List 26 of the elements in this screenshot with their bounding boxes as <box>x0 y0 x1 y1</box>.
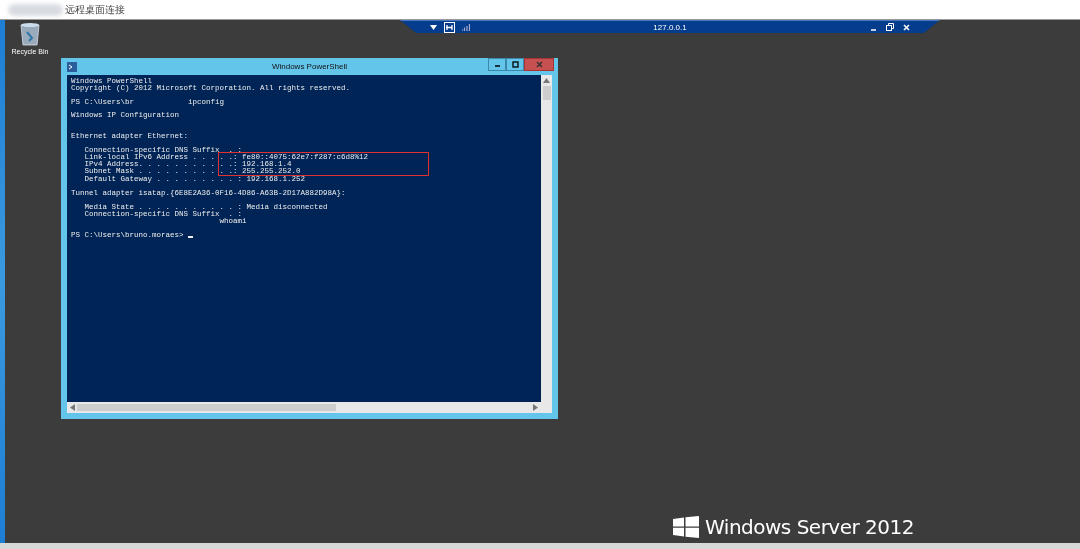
close-icon <box>535 61 543 68</box>
maximize-icon <box>511 61 519 68</box>
scroll-left-icon[interactable] <box>70 404 75 411</box>
windows-logo-icon <box>673 516 699 538</box>
terminal-icon <box>67 62 77 72</box>
maximize-button[interactable] <box>506 58 524 71</box>
scroll-up-icon[interactable] <box>543 78 550 83</box>
pin-icon[interactable] <box>444 21 455 33</box>
blurred-region <box>8 3 63 16</box>
connection-title: 127.0.0.1 <box>653 22 687 32</box>
restore-icon[interactable] <box>886 23 894 31</box>
signal-icon <box>462 23 470 31</box>
window-title: 远程桌面连接 <box>65 2 125 17</box>
branding-text: Windows Server 2012 <box>705 515 914 539</box>
window-title: Windows PowerShell <box>271 62 348 71</box>
close-button[interactable] <box>524 58 554 71</box>
scroll-right-icon[interactable] <box>533 404 538 411</box>
scrollbar[interactable] <box>67 402 552 413</box>
scroll-thumb[interactable] <box>77 404 336 411</box>
scrollbar[interactable] <box>541 75 552 402</box>
cursor <box>188 236 194 238</box>
minimize-button[interactable] <box>488 58 506 71</box>
scroll-thumb[interactable] <box>542 86 551 100</box>
close-icon[interactable] <box>903 23 910 31</box>
recycle-bin-icon[interactable] <box>19 22 41 46</box>
caret-icon[interactable] <box>430 24 437 30</box>
